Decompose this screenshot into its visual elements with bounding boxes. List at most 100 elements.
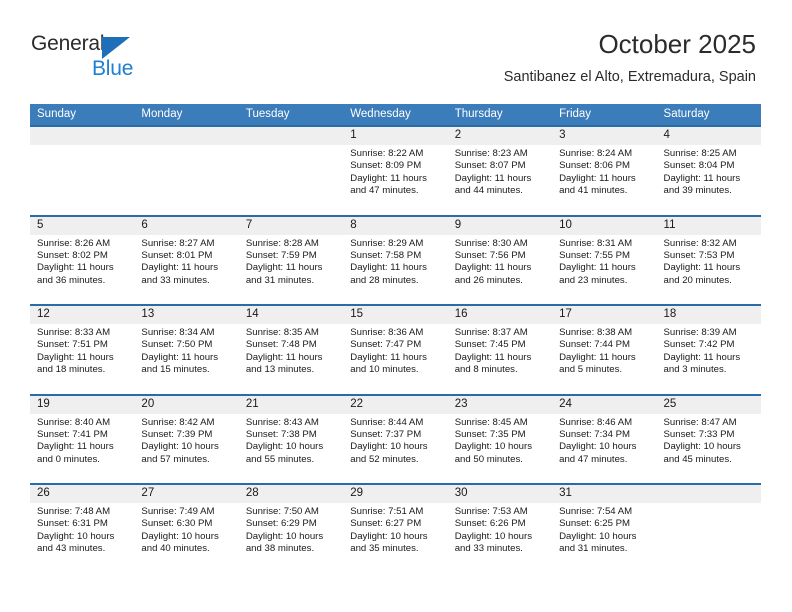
day-cell[interactable]: 7 Sunrise: 8:28 AM Sunset: 7:59 PM Daylig… [239, 217, 343, 307]
day-cell[interactable]: 2 Sunrise: 8:23 AM Sunset: 8:07 PM Daylig… [448, 127, 552, 217]
weekday-header-saturday: Saturday [663, 108, 710, 120]
day-number: 7 [245, 218, 253, 231]
day-sun-info: Sunrise: 7:54 AM Sunset: 6:25 PM Dayligh… [559, 506, 637, 555]
day-number: 1 [350, 129, 357, 141]
day-number: 11 [663, 218, 676, 231]
day-number: 15 [350, 308, 364, 320]
day-cell[interactable]: 27 Sunrise: 7:49 AM Sunset: 6:30 PM Dayli… [134, 485, 238, 575]
brand-logo[interactable]: General Blue [31, 32, 211, 82]
day-number: 26 [37, 487, 50, 499]
day-number: 31 [559, 487, 572, 499]
day-number: 9 [454, 218, 462, 231]
day-sun-info: Sunrise: 7:49 AM Sunset: 6:30 PM Dayligh… [141, 506, 219, 555]
day-cell[interactable]: 5 Sunrise: 8:26 AM Sunset: 8:02 PM Daylig… [30, 217, 134, 307]
day-sun-info: Sunrise: 8:29 AM Sunset: 7:58 PM Dayligh… [350, 237, 427, 286]
day-number: 29 [350, 487, 364, 499]
day-cell[interactable]: 23 Sunrise: 8:45 AM Sunset: 7:35 PM Dayli… [448, 396, 552, 486]
day-sun-info: Sunrise: 8:37 AM Sunset: 7:45 PM Dayligh… [454, 327, 532, 376]
day-number: 10 [559, 218, 572, 231]
day-cell[interactable]: 11 Sunrise: 8:32 AM Sunset: 7:53 PM Dayli… [657, 217, 761, 307]
weekday-header-monday: Monday [141, 108, 183, 120]
calendar-week-row: 5 Sunrise: 8:26 AM Sunset: 8:02 PM Daylig… [30, 214, 761, 307]
weekday-header-tuesday: Tuesday [245, 108, 290, 120]
day-cell[interactable]: 16 Sunrise: 8:37 AM Sunset: 7:45 PM Dayli… [448, 306, 552, 396]
calendar-week-row: 26 Sunrise: 7:48 AM Sunset: 6:31 PM Dayli… [30, 483, 761, 573]
day-number: 6 [141, 218, 148, 231]
calendar-week-row: 12 Sunrise: 8:33 AM Sunset: 7:51 PM Dayli… [30, 304, 761, 394]
day-number: 13 [141, 308, 155, 320]
day-number: 30 [454, 487, 468, 499]
day-cell[interactable]: 22 Sunrise: 8:44 AM Sunset: 7:37 PM Dayli… [343, 396, 447, 486]
day-sun-info: Sunrise: 8:24 AM Sunset: 8:06 PM Dayligh… [559, 148, 636, 197]
day-number: 4 [663, 129, 670, 141]
day-number: 22 [350, 397, 364, 410]
day-number: 21 [245, 397, 259, 410]
day-cell[interactable]: 6 Sunrise: 8:27 AM Sunset: 8:01 PM Daylig… [134, 217, 238, 307]
day-sun-info: Sunrise: 8:44 AM Sunset: 7:37 PM Dayligh… [350, 416, 428, 465]
day-number: 18 [663, 308, 677, 320]
day-cell[interactable]: 13 Sunrise: 8:34 AM Sunset: 7:50 PM Dayli… [134, 306, 238, 396]
day-sun-info: Sunrise: 7:53 AM Sunset: 6:26 PM Dayligh… [454, 506, 533, 555]
day-sun-info: Sunrise: 8:43 AM Sunset: 7:38 PM Dayligh… [245, 416, 324, 465]
day-number: 24 [559, 397, 572, 410]
day-cell[interactable] [239, 127, 343, 217]
day-number: 20 [141, 397, 155, 410]
day-sun-info: Sunrise: 8:36 AM Sunset: 7:47 PM Dayligh… [350, 327, 427, 376]
day-number: 3 [559, 129, 566, 141]
day-cell[interactable]: 31 Sunrise: 7:54 AM Sunset: 6:25 PM Dayli… [552, 485, 656, 575]
day-sun-info: Sunrise: 8:33 AM Sunset: 7:51 PM Dayligh… [37, 327, 114, 376]
day-sun-info: Sunrise: 8:35 AM Sunset: 7:48 PM Dayligh… [245, 327, 323, 376]
day-cell[interactable]: 18 Sunrise: 8:39 AM Sunset: 7:42 PM Dayli… [657, 306, 761, 396]
day-sun-info: Sunrise: 8:25 AM Sunset: 8:04 PM Dayligh… [663, 148, 741, 197]
day-sun-info: Sunrise: 8:39 AM Sunset: 7:42 PM Dayligh… [663, 327, 741, 376]
day-cell[interactable]: 29 Sunrise: 7:51 AM Sunset: 6:27 PM Dayli… [343, 485, 447, 575]
day-cell[interactable]: 8 Sunrise: 8:29 AM Sunset: 7:58 PM Daylig… [343, 217, 447, 307]
weekday-header-row: Sunday Monday Tuesday Wednesday Thursday… [30, 104, 761, 125]
day-cell[interactable]: 12 Sunrise: 8:33 AM Sunset: 7:51 PM Dayli… [30, 306, 134, 396]
day-cell[interactable]: 4 Sunrise: 8:25 AM Sunset: 8:04 PM Daylig… [657, 127, 761, 217]
day-cell[interactable]: 30 Sunrise: 7:53 AM Sunset: 6:26 PM Dayli… [448, 485, 552, 575]
calendar-week-row: 19 Sunrise: 8:40 AM Sunset: 7:41 PM Dayli… [30, 393, 761, 486]
day-sun-info: Sunrise: 8:30 AM Sunset: 7:56 PM Dayligh… [454, 237, 532, 286]
day-sun-info: Sunrise: 8:47 AM Sunset: 7:33 PM Dayligh… [663, 416, 741, 465]
day-cell[interactable]: 10 Sunrise: 8:31 AM Sunset: 7:55 PM Dayli… [552, 217, 656, 307]
day-sun-info: Sunrise: 8:32 AM Sunset: 7:53 PM Dayligh… [663, 237, 741, 286]
weekday-header-sunday: Sunday [37, 108, 77, 120]
day-sun-info: Sunrise: 8:22 AM Sunset: 8:09 PM Dayligh… [350, 148, 427, 197]
day-cell[interactable]: 15 Sunrise: 8:36 AM Sunset: 7:47 PM Dayli… [343, 306, 447, 396]
day-number: 19 [37, 397, 50, 410]
day-number: 27 [141, 487, 155, 499]
day-number: 8 [350, 218, 357, 231]
day-cell[interactable]: 28 Sunrise: 7:50 AM Sunset: 6:29 PM Dayli… [239, 485, 343, 575]
day-cell[interactable] [657, 485, 761, 575]
day-number: 2 [454, 129, 462, 141]
day-sun-info: Sunrise: 8:46 AM Sunset: 7:34 PM Dayligh… [559, 416, 637, 465]
day-sun-info: Sunrise: 8:31 AM Sunset: 7:55 PM Dayligh… [559, 237, 636, 286]
calendar-week-row: 1 Sunrise: 8:22 AM Sunset: 8:09 PM Daylig… [30, 125, 761, 215]
day-cell[interactable] [134, 127, 238, 217]
day-cell[interactable]: 19 Sunrise: 8:40 AM Sunset: 7:41 PM Dayli… [30, 396, 134, 486]
day-number: 17 [559, 308, 572, 320]
day-cell[interactable]: 17 Sunrise: 8:38 AM Sunset: 7:44 PM Dayli… [552, 306, 656, 396]
day-sun-info: Sunrise: 8:40 AM Sunset: 7:41 PM Dayligh… [37, 416, 114, 465]
day-number: 25 [663, 397, 677, 410]
day-cell[interactable]: 26 Sunrise: 7:48 AM Sunset: 6:31 PM Dayli… [30, 485, 134, 575]
day-number: 14 [245, 308, 259, 320]
day-cell[interactable]: 24 Sunrise: 8:46 AM Sunset: 7:34 PM Dayli… [552, 396, 656, 486]
day-cell[interactable]: 20 Sunrise: 8:42 AM Sunset: 7:39 PM Dayli… [134, 396, 238, 486]
day-cell[interactable]: 25 Sunrise: 8:47 AM Sunset: 7:33 PM Dayli… [657, 396, 761, 486]
day-number: 12 [37, 308, 50, 320]
day-sun-info: Sunrise: 8:27 AM Sunset: 8:01 PM Dayligh… [141, 237, 219, 286]
day-cell[interactable]: 14 Sunrise: 8:35 AM Sunset: 7:48 PM Dayli… [239, 306, 343, 396]
day-sun-info: Sunrise: 7:48 AM Sunset: 6:31 PM Dayligh… [37, 506, 115, 555]
page-subtitle: Santibanez el Alto, Extremadura, Spain [503, 69, 756, 85]
day-cell[interactable] [30, 127, 134, 217]
day-sun-info: Sunrise: 7:50 AM Sunset: 6:29 PM Dayligh… [245, 506, 324, 555]
day-cell[interactable]: 1 Sunrise: 8:22 AM Sunset: 8:09 PM Daylig… [343, 127, 447, 217]
weekday-header-friday: Friday [559, 108, 592, 120]
title-block: October 2025 Santibanez el Alto, Extrema… [504, 28, 756, 86]
day-cell[interactable]: 9 Sunrise: 8:30 AM Sunset: 7:56 PM Daylig… [448, 217, 552, 307]
day-cell[interactable]: 21 Sunrise: 8:43 AM Sunset: 7:38 PM Dayli… [239, 396, 343, 486]
weekday-header-thursday: Thursday [454, 108, 503, 120]
day-cell[interactable]: 3 Sunrise: 8:24 AM Sunset: 8:06 PM Daylig… [552, 127, 656, 217]
